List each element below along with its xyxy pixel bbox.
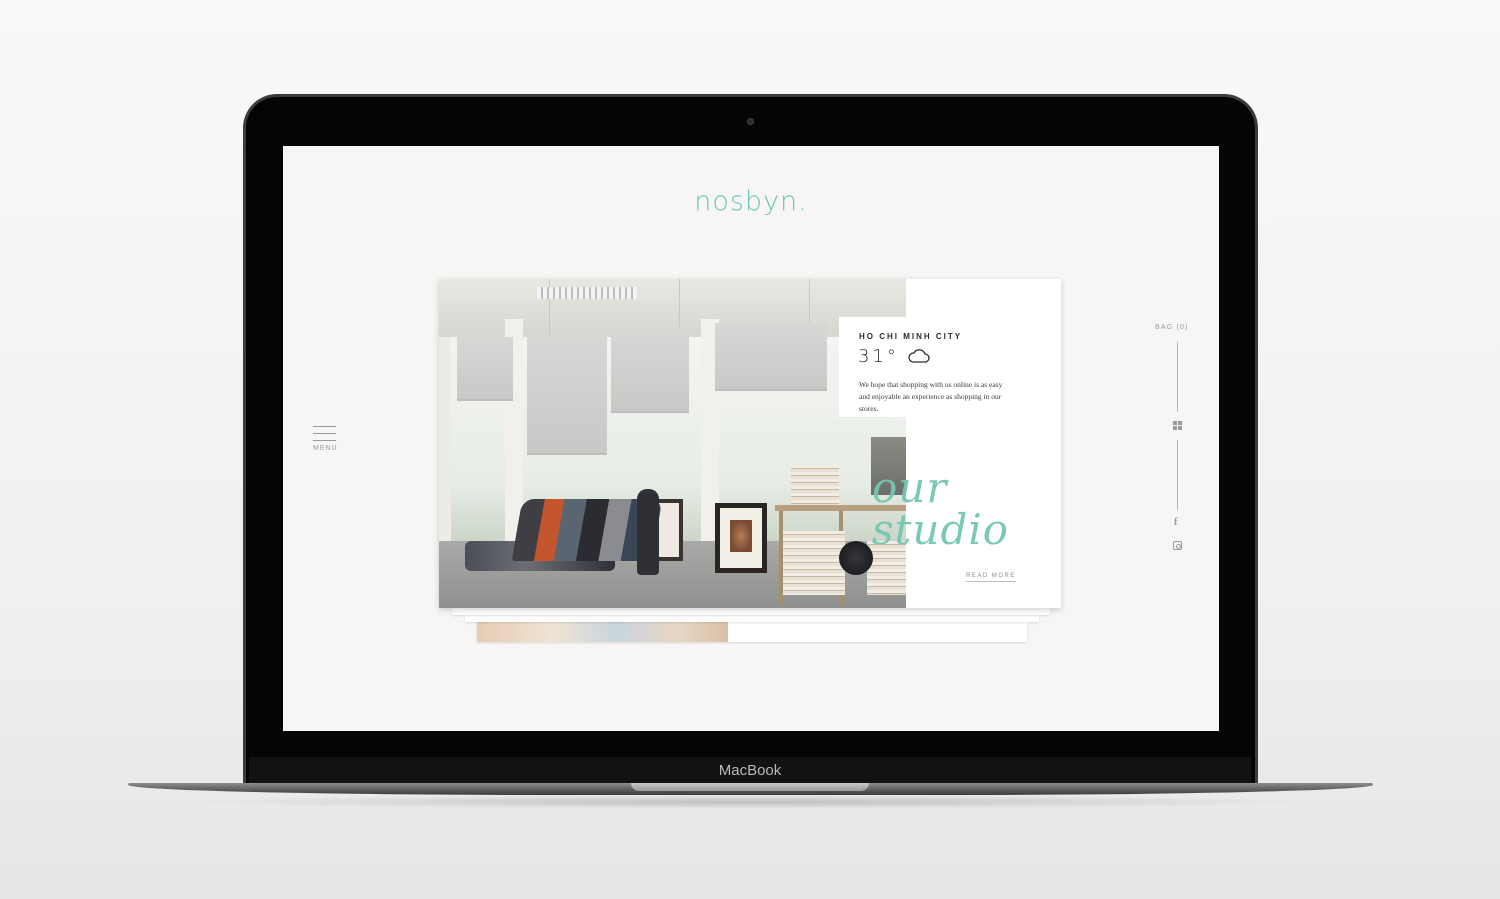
cloud-icon [908, 349, 930, 363]
laptop-shadow [170, 795, 1330, 809]
rail-divider-bottom [1177, 440, 1178, 510]
temperature: 31° [858, 346, 899, 367]
facebook-icon[interactable]: f [1174, 517, 1177, 528]
studio-photo [439, 279, 906, 608]
grid-view-icon[interactable] [1173, 421, 1182, 430]
bag-link[interactable]: BAG (0) [1155, 324, 1189, 331]
camera-icon [747, 118, 754, 125]
headline: our studio [872, 467, 1052, 551]
stacked-card-2[interactable] [465, 614, 1039, 622]
device-label: MacBook [718, 762, 782, 779]
feature-card[interactable]: HO CHI MINH CITY 31° We hope that shoppi… [439, 279, 1061, 608]
menu-label[interactable]: MENU [313, 445, 338, 452]
stacked-card-photo [477, 622, 728, 642]
stacked-card-1[interactable] [452, 607, 1050, 615]
rail-divider-top [1177, 342, 1178, 412]
headline-line-1: our [872, 463, 948, 512]
hamburger-menu-icon[interactable] [313, 426, 336, 447]
headline-line-2: studio [872, 505, 1010, 554]
read-more-link[interactable]: READ MORE [966, 573, 1016, 582]
website-screen: nosbyn. MENU BAG (0) f HO CHI MINH CITY … [283, 146, 1219, 731]
instagram-icon[interactable] [1173, 541, 1182, 550]
city-name: HO CHI MINH CITY [859, 332, 963, 341]
laptop-notch [631, 783, 869, 791]
description-text: We hope that shopping with us online is … [859, 380, 1003, 413]
site-logo[interactable]: nosbyn. [283, 186, 1219, 217]
